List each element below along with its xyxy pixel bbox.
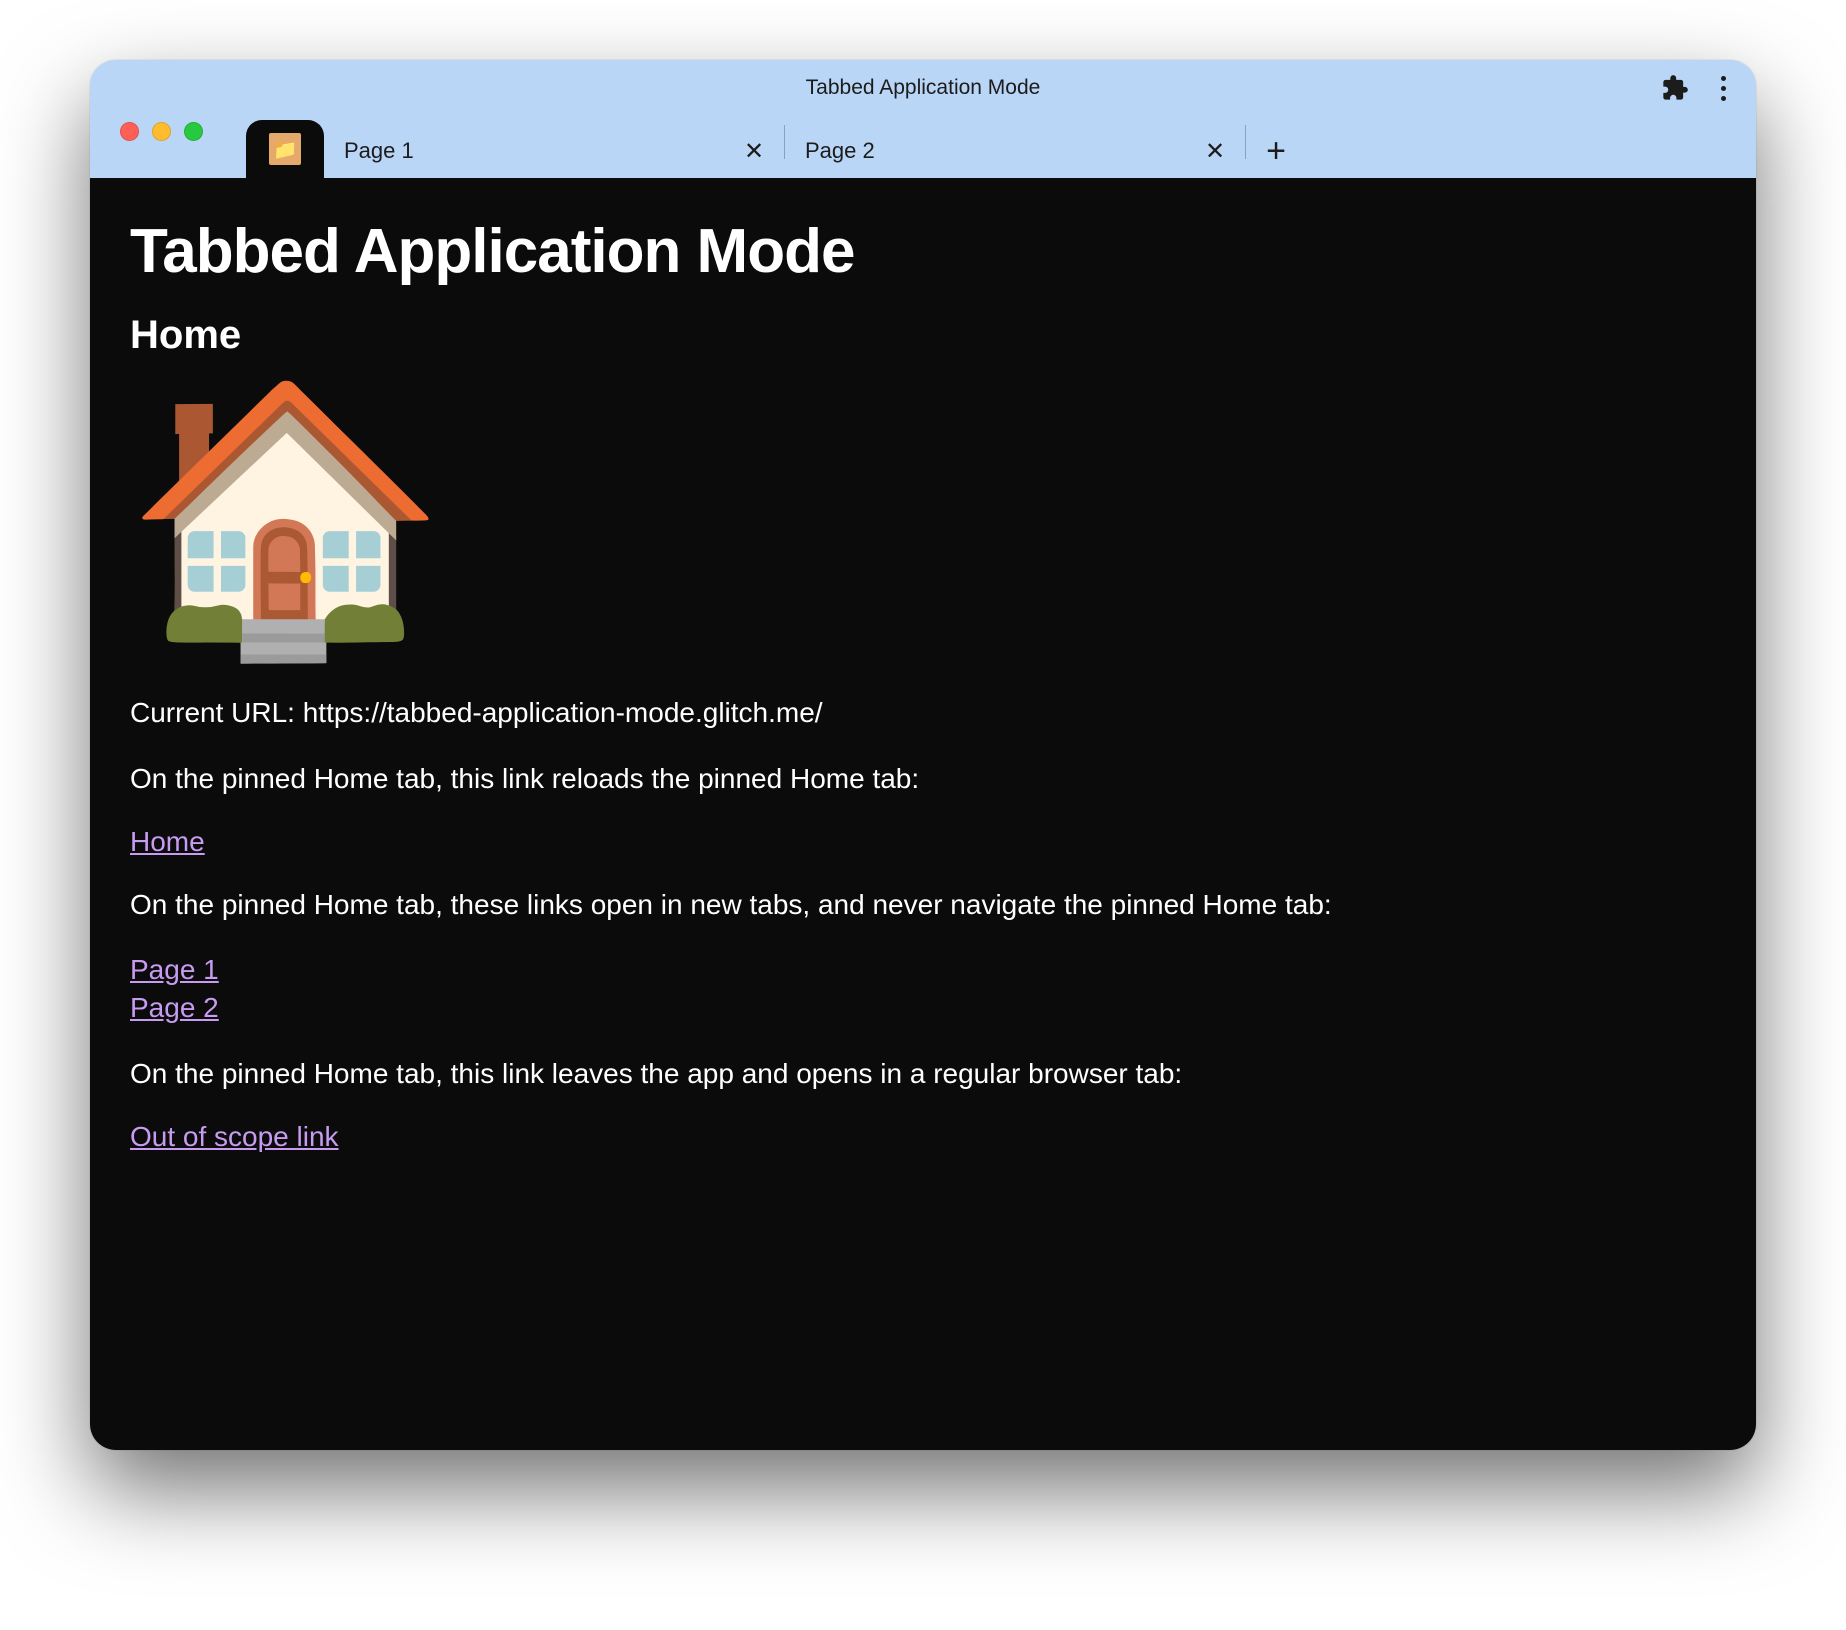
tab-separator	[1245, 125, 1246, 159]
page-subtitle: Home	[130, 313, 1716, 358]
para-out-of-scope: On the pinned Home tab, this link leaves…	[130, 1055, 1716, 1093]
fullscreen-window-button[interactable]	[184, 122, 203, 141]
titlebar: Tabbed Application Mode	[90, 60, 1756, 116]
para-reload: On the pinned Home tab, this link reload…	[130, 760, 1716, 798]
link-home[interactable]: Home	[130, 826, 205, 858]
new-tab-button[interactable]: +	[1246, 124, 1306, 178]
close-icon[interactable]: ✕	[1201, 137, 1229, 165]
close-icon[interactable]: ✕	[740, 137, 768, 165]
menu-icon[interactable]	[1713, 68, 1734, 109]
link-page-2[interactable]: Page 2	[130, 989, 219, 1027]
link-out-of-scope[interactable]: Out of scope link	[130, 1121, 339, 1153]
tab-label: Page 1	[344, 138, 740, 164]
traffic-lights	[120, 122, 203, 141]
current-url-line: Current URL: https://tabbed-application-…	[130, 694, 1716, 732]
para-newtabs: On the pinned Home tab, these links open…	[130, 886, 1716, 924]
window-title: Tabbed Application Mode	[90, 76, 1756, 100]
close-window-button[interactable]	[120, 122, 139, 141]
tab-page-2[interactable]: Page 2 ✕	[785, 124, 1245, 178]
tab-pinned-home[interactable]: 📁	[246, 120, 324, 178]
page-title: Tabbed Application Mode	[130, 216, 1716, 287]
link-page-1[interactable]: Page 1	[130, 951, 219, 989]
house-icon: 🏠	[124, 388, 1716, 648]
home-tab-icon: 📁	[269, 133, 301, 165]
app-window: Tabbed Application Mode 📁	[90, 60, 1756, 1450]
tab-label: Page 2	[805, 138, 1201, 164]
page-content: Tabbed Application Mode Home 🏠 Current U…	[90, 178, 1756, 1450]
tab-strip: 📁 Page 1 ✕ Page 2 ✕ +	[90, 116, 1756, 178]
tab-page-1[interactable]: Page 1 ✕	[324, 124, 784, 178]
extensions-icon[interactable]	[1661, 74, 1689, 102]
minimize-window-button[interactable]	[152, 122, 171, 141]
